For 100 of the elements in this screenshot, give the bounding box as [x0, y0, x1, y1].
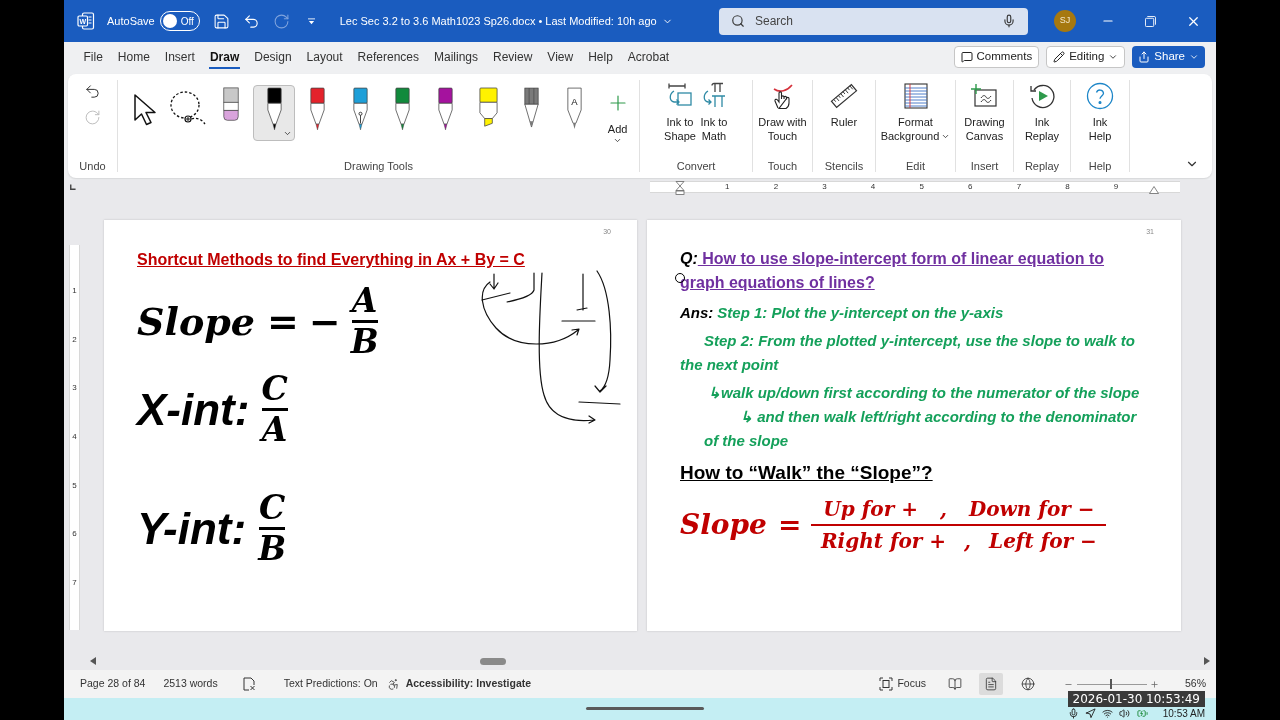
print-layout-button[interactable]	[979, 673, 1003, 695]
group-label: Insert	[969, 160, 1000, 172]
fraction-numerator: Down for −	[968, 496, 1095, 522]
fraction-denominator: Right for +	[820, 528, 947, 554]
accessibility-status[interactable]: Accessibility: Investigate	[405, 676, 532, 692]
fraction-denominator: Left for −	[989, 528, 1097, 554]
indent-marker-icon[interactable]	[675, 181, 685, 195]
help-icon	[1086, 82, 1114, 110]
page-count[interactable]: Page 28 of 84	[80, 676, 146, 692]
step-text: Step 2: From the plotted y-intercept, use the slope to walk to the next point	[680, 331, 1136, 375]
volume-icon[interactable]	[1118, 708, 1130, 719]
section-heading: How to “Walk” the “Slope”?	[680, 461, 933, 485]
drawing-tool-button[interactable]: A	[553, 85, 596, 141]
fraction-numerator: Up for +	[823, 496, 918, 522]
group-label: Help	[1087, 160, 1113, 172]
menu-tab[interactable]: Acrobat	[620, 42, 677, 72]
format-background-button[interactable]: Format Background	[878, 80, 953, 160]
proofing-icon[interactable]	[241, 677, 256, 691]
fraction-denominator: A	[261, 411, 288, 449]
fraction-numerator: ,	[939, 496, 947, 522]
timestamp-overlay: 2026-01-30 10:53:49	[1067, 691, 1205, 707]
word-count[interactable]: 2513 words	[163, 676, 218, 692]
focus-icon	[879, 677, 894, 691]
ink-to-shape-button[interactable]: Ink to Shape	[662, 80, 698, 160]
formula-label: Y-int:	[137, 503, 247, 554]
ruler-number: 7	[72, 578, 77, 587]
pointer-arrow-icon	[133, 93, 158, 126]
text-predictions-status[interactable]: Text Predictions: On	[283, 676, 378, 692]
scroll-right-icon[interactable]	[1204, 657, 1210, 665]
group-label: Stencils	[823, 160, 865, 172]
location-icon[interactable]	[1084, 708, 1096, 719]
comments-button[interactable]: Comments	[953, 46, 1040, 68]
menu-tab[interactable]: File	[76, 42, 111, 72]
ink-help-button[interactable]: Ink Help	[1084, 80, 1116, 160]
autosave-label: AutoSave	[107, 13, 155, 29]
ink-to-math-button[interactable]: Ink to Math	[697, 80, 730, 160]
menu-tab[interactable]: Design	[246, 42, 300, 72]
add-pen-button[interactable]: Add	[596, 85, 640, 160]
caret-icon	[1108, 52, 1119, 62]
menu-tab[interactable]: Layout	[299, 42, 351, 72]
question-text: Q: How to use slope-intercept form of linear equation to graph equations of lines?	[680, 249, 1106, 293]
ruler-icon	[830, 82, 858, 110]
wifi-icon[interactable]	[1101, 708, 1113, 719]
drawing-canvas-button[interactable]: Drawing Canvas	[962, 80, 1007, 160]
indent-marker-icon[interactable]	[1149, 186, 1159, 194]
tab-stop-icon[interactable]	[69, 184, 76, 191]
ruler-button[interactable]: Ruler	[828, 80, 860, 160]
menu-tab[interactable]: Help	[580, 42, 621, 72]
drawing-tool-button[interactable]	[253, 85, 296, 141]
caret-icon	[1189, 52, 1199, 62]
equals-sign: =	[267, 299, 299, 344]
fraction-denominator: ,	[964, 528, 972, 554]
microphone-icon[interactable]	[1002, 14, 1016, 28]
restore-icon	[1145, 15, 1156, 27]
scroll-left-icon[interactable]	[90, 657, 96, 665]
ruler-number: 4	[870, 183, 876, 191]
replay-icon	[1028, 82, 1056, 110]
page-title: Shortcut Methods to find Everything in Ax + By = C	[137, 250, 525, 270]
search-field[interactable]: Search	[719, 7, 1028, 35]
zoom-in-icon[interactable]	[1150, 679, 1159, 689]
draw-with-touch-button[interactable]: Draw with Touch	[756, 80, 809, 160]
search-input[interactable]: Search	[755, 12, 1002, 30]
ruler-number: 3	[72, 384, 77, 393]
book-icon	[948, 677, 962, 691]
caret-icon	[613, 136, 623, 145]
menu-tab[interactable]: Mailings	[426, 42, 486, 72]
menu-tab[interactable]: References	[350, 42, 427, 72]
share-button[interactable]: Share	[1132, 46, 1205, 68]
caret-icon	[283, 129, 293, 138]
user-avatar[interactable]: SJ	[1054, 10, 1076, 32]
comment-icon	[960, 51, 973, 63]
clock[interactable]: 10:53 AM	[1162, 708, 1205, 719]
group-label: Drawing Tools	[343, 160, 414, 172]
menu-tab[interactable]: Insert	[157, 42, 203, 72]
fraction-numerator: A	[351, 282, 378, 320]
formula-label: Slope	[680, 508, 767, 542]
menu-tab[interactable]: Home	[110, 42, 158, 72]
globe-icon	[1021, 677, 1035, 691]
ruler-number: 2	[773, 183, 779, 191]
zoom-slider-thumb[interactable]	[1110, 679, 1113, 689]
document-title-button[interactable]: Lec Sec 3.2 to 3.6 Math1023 Sp26.docx • Last Modified: 10h ago	[339, 12, 673, 30]
zoom-percent[interactable]: 56%	[1185, 676, 1206, 692]
fraction-numerator: C	[258, 489, 286, 527]
ruler-number: 5	[72, 481, 77, 490]
menu-tab[interactable]: Draw	[202, 42, 247, 72]
step-text: ↳walk up/down first according to the numerator of the slope	[707, 383, 1141, 403]
zoom-slider[interactable]	[1077, 679, 1147, 689]
ruler-number: 2	[72, 335, 77, 344]
microphone-icon[interactable]	[1067, 708, 1079, 719]
scrollbar-thumb[interactable]	[480, 657, 506, 665]
ruler-number: 6	[968, 183, 973, 191]
editing-mode-button[interactable]: Editing	[1046, 46, 1126, 68]
focus-button[interactable]: Focus	[879, 676, 926, 692]
menu-tab[interactable]: Review	[485, 42, 540, 72]
answer-label: Ans:	[680, 304, 714, 321]
menu-tab[interactable]: View	[539, 42, 581, 72]
group-label: Undo	[78, 160, 107, 172]
step-text: Step 1: Plot the y-intercept on the y-axis	[717, 304, 1004, 321]
ruler-number: 9	[1113, 183, 1119, 191]
ink-replay-button[interactable]: Ink Replay	[1022, 80, 1062, 160]
